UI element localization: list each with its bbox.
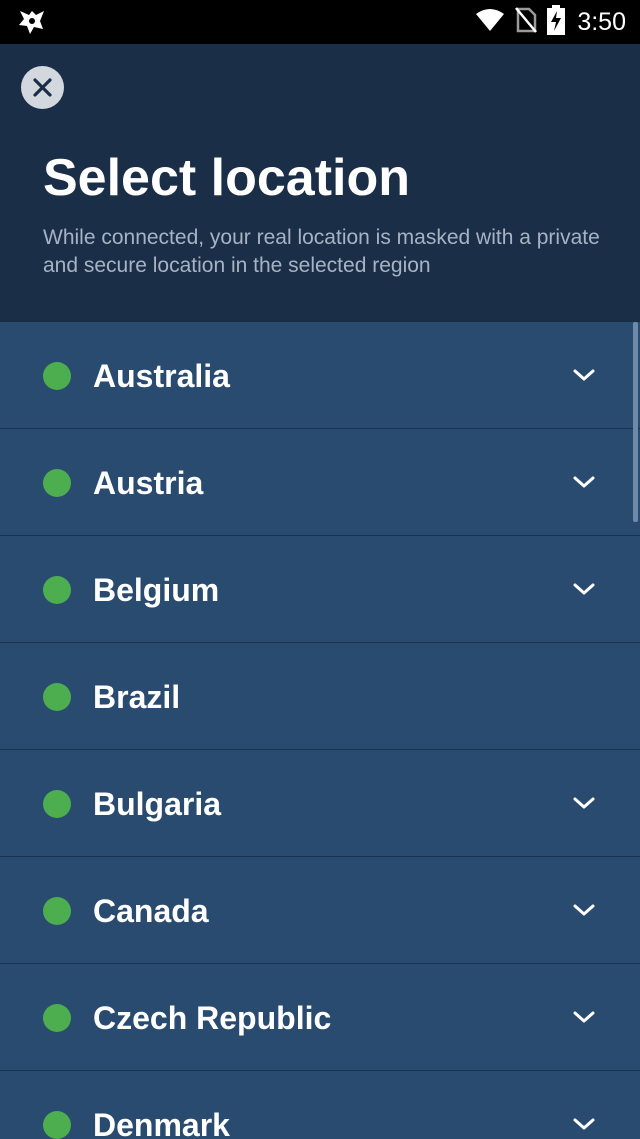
status-icons: 3:50	[475, 0, 626, 44]
status-dot	[43, 1004, 71, 1032]
status-dot	[43, 1111, 71, 1139]
wifi-icon	[475, 8, 505, 37]
status-dot	[43, 790, 71, 818]
status-dot	[43, 897, 71, 925]
chevron-down-icon[interactable]	[571, 794, 597, 812]
location-item-czech-republic[interactable]: Czech Republic	[0, 964, 640, 1071]
location-name: Brazil	[93, 679, 181, 715]
location-item-australia[interactable]: Australia	[0, 322, 640, 429]
location-item-belgium[interactable]: Belgium	[0, 536, 640, 643]
chevron-down-icon[interactable]	[571, 1115, 597, 1133]
location-name: Austria	[93, 465, 204, 501]
close-button[interactable]	[21, 66, 64, 109]
chevron-down-icon[interactable]	[571, 1008, 597, 1026]
location-list[interactable]: Australia Austria Belgium Brazil Bulgari…	[0, 322, 640, 1139]
location-item-brazil[interactable]: Brazil	[0, 643, 640, 750]
close-icon	[33, 78, 52, 97]
location-name: Canada	[93, 893, 209, 929]
location-name: Czech Republic	[93, 1000, 332, 1036]
chevron-down-icon[interactable]	[571, 473, 597, 491]
app-notification-icon	[16, 7, 48, 37]
location-name: Bulgaria	[93, 786, 222, 822]
battery-charging-icon	[547, 4, 566, 40]
location-name: Denmark	[93, 1107, 230, 1139]
location-item-bulgaria[interactable]: Bulgaria	[0, 750, 640, 857]
status-dot	[43, 469, 71, 497]
page-subtitle: While connected, your real location is m…	[43, 226, 600, 277]
status-bar: 3:50	[0, 0, 640, 44]
location-item-canada[interactable]: Canada	[0, 857, 640, 964]
status-dot	[43, 362, 71, 390]
no-sim-icon	[515, 6, 538, 38]
location-item-denmark[interactable]: Denmark	[0, 1071, 640, 1139]
status-dot	[43, 576, 71, 604]
chevron-down-icon[interactable]	[571, 366, 597, 384]
location-header: Select location While connected, your re…	[0, 44, 640, 322]
page-title: Select location	[43, 149, 410, 207]
location-item-austria[interactable]: Austria	[0, 429, 640, 536]
status-time: 3:50	[577, 7, 626, 36]
location-name: Australia	[93, 358, 230, 394]
location-name: Belgium	[93, 572, 220, 608]
scrollbar-thumb[interactable]	[633, 322, 638, 522]
chevron-down-icon[interactable]	[571, 901, 597, 919]
chevron-down-icon[interactable]	[571, 580, 597, 598]
status-dot	[43, 683, 71, 711]
